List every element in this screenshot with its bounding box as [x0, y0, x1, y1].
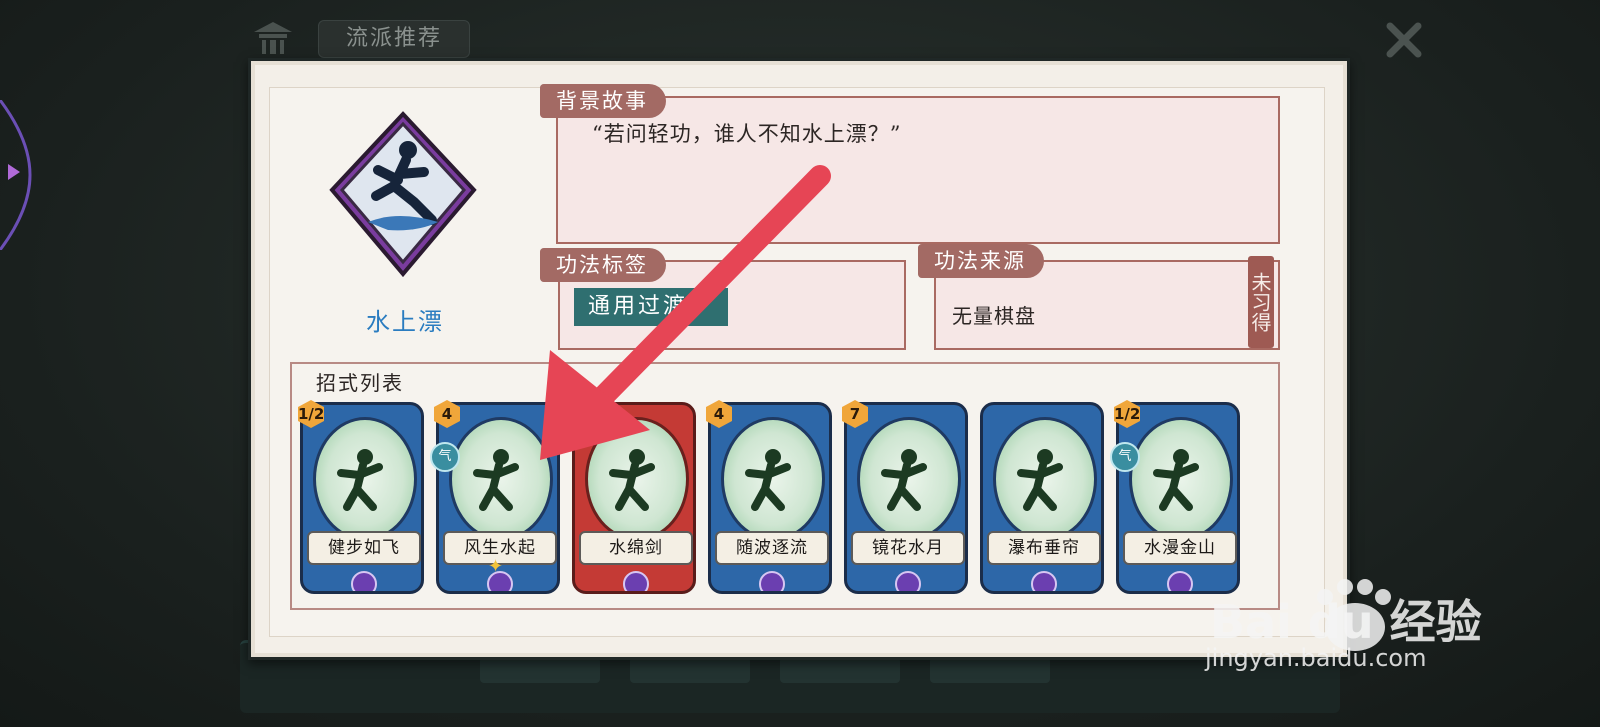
qi-icon: 气 [430, 442, 460, 472]
close-icon[interactable] [1382, 18, 1426, 62]
side-drawer-handle[interactable] [0, 100, 36, 250]
tab-school-recommend[interactable]: 流派推荐 [318, 20, 470, 58]
moves-label: 招式列表 [316, 371, 404, 395]
toolbar-slot [480, 657, 600, 683]
watermark-url: jingyan.baidu.com [1205, 644, 1427, 672]
toolbar-slot [930, 657, 1050, 683]
card-name: 瀑布垂帘 [987, 531, 1101, 565]
toolbar-slot [630, 657, 750, 683]
move-card[interactable]: 健步如飞 [300, 402, 424, 594]
running-figure-icon [329, 111, 477, 278]
card-name: 水绵剑 [579, 531, 693, 565]
red-arrow-annotation [540, 165, 831, 460]
silhouette-icon [337, 449, 383, 511]
toolbar-slot [780, 657, 900, 683]
qi-icon: 气 [1110, 442, 1140, 472]
move-card[interactable]: 镜花水月 [844, 402, 968, 594]
source-value: 无量棋盘 [952, 304, 1036, 328]
card-type-icon [623, 571, 649, 591]
silhouette-icon [1153, 449, 1199, 511]
move-card[interactable]: 瀑布垂帘 [980, 402, 1104, 594]
source-label: 功法来源 [918, 244, 1044, 278]
card-name: 随波逐流 [715, 531, 829, 565]
silhouette-icon [881, 449, 927, 511]
card-type-icon [895, 571, 921, 591]
card-type-icon [1031, 571, 1057, 591]
silhouette-icon [1017, 449, 1063, 511]
card-name: 健步如飞 [307, 531, 421, 565]
watermark-brand: Bai du 经验 [1210, 595, 1482, 649]
skill-name: 水上漂 [366, 308, 444, 336]
pavilion-icon [254, 22, 292, 54]
card-name: 镜花水月 [851, 531, 965, 565]
unlearned-badge: 未习得 [1248, 256, 1274, 348]
card-type-icon [759, 571, 785, 591]
story-text: “若问轻功，谁人不知水上漂？” [592, 122, 902, 146]
story-label: 背景故事 [540, 84, 666, 118]
upgrade-icon: ✦ [488, 556, 504, 577]
card-type-icon [351, 571, 377, 591]
card-type-icon [1167, 571, 1193, 591]
